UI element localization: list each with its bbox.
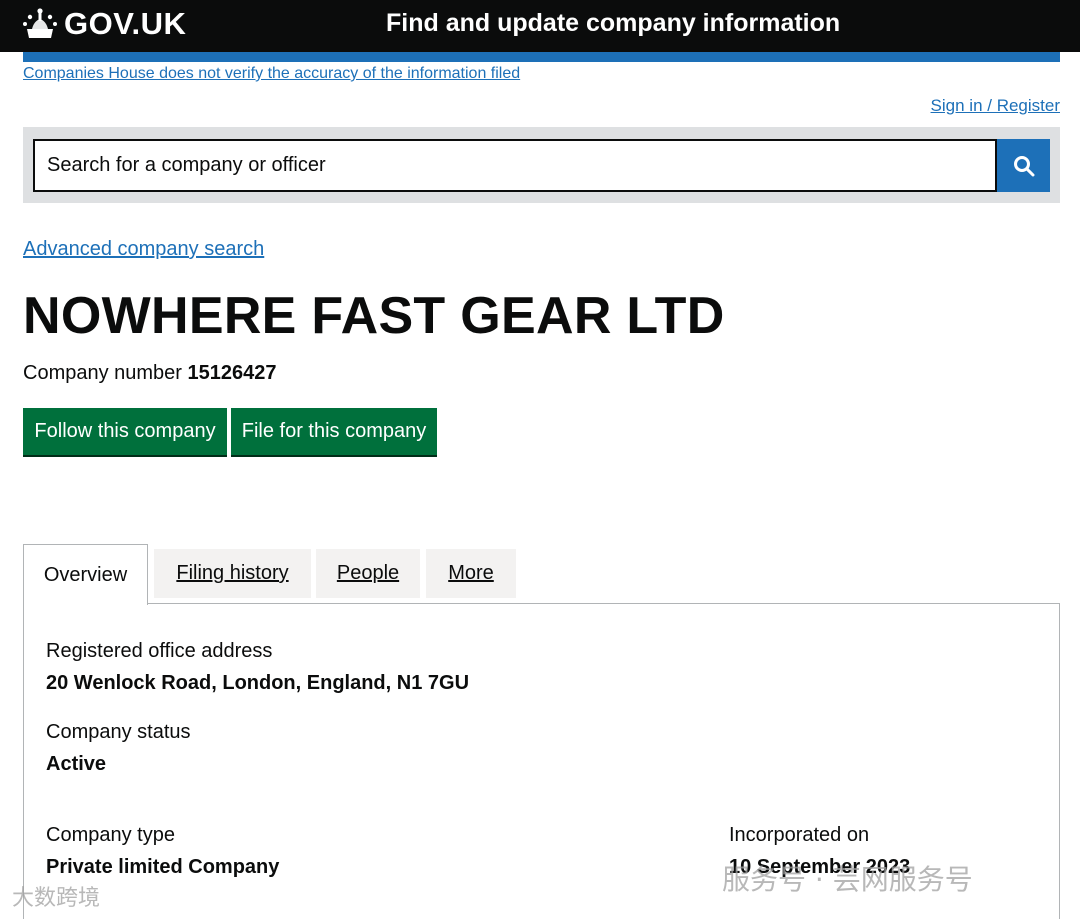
watermark-right: 服务号 · 芸网服务号 <box>722 863 973 896</box>
incorporated-label: Incorporated on <box>729 824 870 846</box>
header-blue-bar <box>23 52 1060 62</box>
search-container <box>23 127 1060 203</box>
govuk-logo-link[interactable]: GOV.UK <box>22 6 186 42</box>
company-name-heading: NOWHERE FAST GEAR LTD <box>23 287 725 345</box>
registered-address-label: Registered office address <box>46 640 273 662</box>
tab-more[interactable]: More <box>426 549 516 598</box>
company-status-label: Company status <box>46 721 191 743</box>
crown-icon <box>23 8 57 38</box>
company-status-value: Active <box>46 753 107 775</box>
govuk-logo-text: GOV.UK <box>64 6 187 41</box>
advanced-search-link[interactable]: Advanced company search <box>23 238 264 261</box>
tab-filing-history[interactable]: Filing history <box>154 549 311 598</box>
search-icon <box>1013 155 1034 176</box>
search-input[interactable] <box>33 139 997 192</box>
disclaimer-link[interactable]: Companies House does not verify the accu… <box>23 65 520 83</box>
watermark-left: 大数跨境 <box>12 886 101 911</box>
tab-people[interactable]: People <box>316 549 420 598</box>
company-number-label: Company number <box>23 362 182 384</box>
search-button[interactable] <box>997 139 1050 192</box>
service-name[interactable]: Find and update company information <box>386 9 840 38</box>
follow-company-button[interactable]: Follow this company <box>23 408 227 455</box>
sign-in-link[interactable]: Sign in / Register <box>931 96 1060 116</box>
company-type-value: Private limited Company <box>46 856 280 878</box>
site-header: GOV.UK Find and update company informati… <box>0 0 1080 52</box>
registered-address-value: 20 Wenlock Road, London, England, N1 7GU <box>46 672 470 694</box>
file-for-company-button[interactable]: File for this company <box>231 408 437 455</box>
tab-overview[interactable]: Overview <box>23 544 148 605</box>
company-number: Company number 15126427 <box>23 362 277 385</box>
company-number-value: 15126427 <box>187 362 277 384</box>
company-type-label: Company type <box>46 824 175 846</box>
